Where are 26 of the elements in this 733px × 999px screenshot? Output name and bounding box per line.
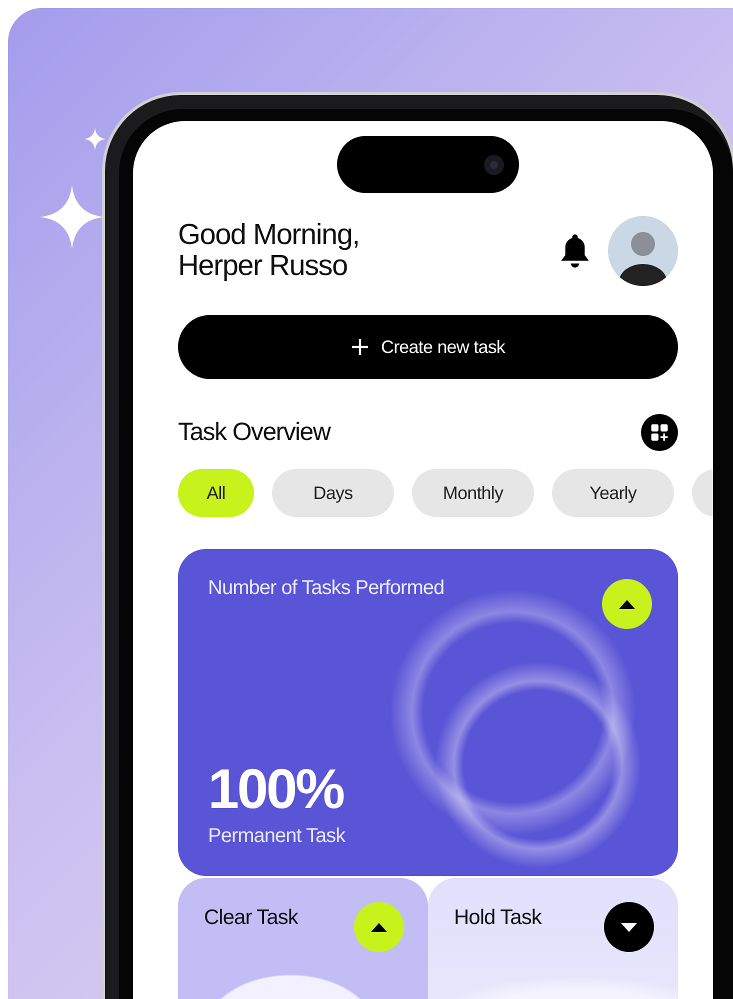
task-card[interactable]: Clear Task (178, 878, 428, 999)
task-card[interactable]: Hold Task (428, 878, 678, 999)
grid-menu-icon[interactable] (641, 414, 678, 451)
toggle-button[interactable] (354, 902, 404, 952)
caret-up-icon (371, 922, 387, 932)
sparkle-icon (84, 128, 106, 150)
filter-chip[interactable]: All (178, 469, 254, 517)
sparkle-icon (40, 185, 104, 249)
section-title: Task Overview (178, 418, 330, 447)
greeting-text: Good Morning, (178, 220, 360, 251)
task-card-title: Clear Task (204, 906, 298, 930)
filter-chip[interactable]: Days (272, 469, 394, 517)
plus-icon (350, 338, 369, 356)
create-task-button[interactable]: Create new task (178, 315, 678, 379)
toggle-button[interactable] (602, 579, 652, 629)
filter-chip[interactable]: Monthly (412, 469, 534, 517)
toggle-button[interactable] (604, 902, 654, 952)
card-title: Number of Tasks Performed (208, 577, 444, 600)
percentage-value: 100% (208, 761, 345, 817)
caret-up-icon (619, 600, 635, 608)
task-card-title: Hold Task (454, 906, 542, 930)
card-caption: Permanent Task (208, 825, 346, 848)
user-name: Herper Russo (178, 251, 348, 282)
filter-chip[interactable]: Yearly (552, 469, 674, 517)
caret-down-icon (621, 922, 637, 932)
camera-icon (483, 154, 505, 176)
